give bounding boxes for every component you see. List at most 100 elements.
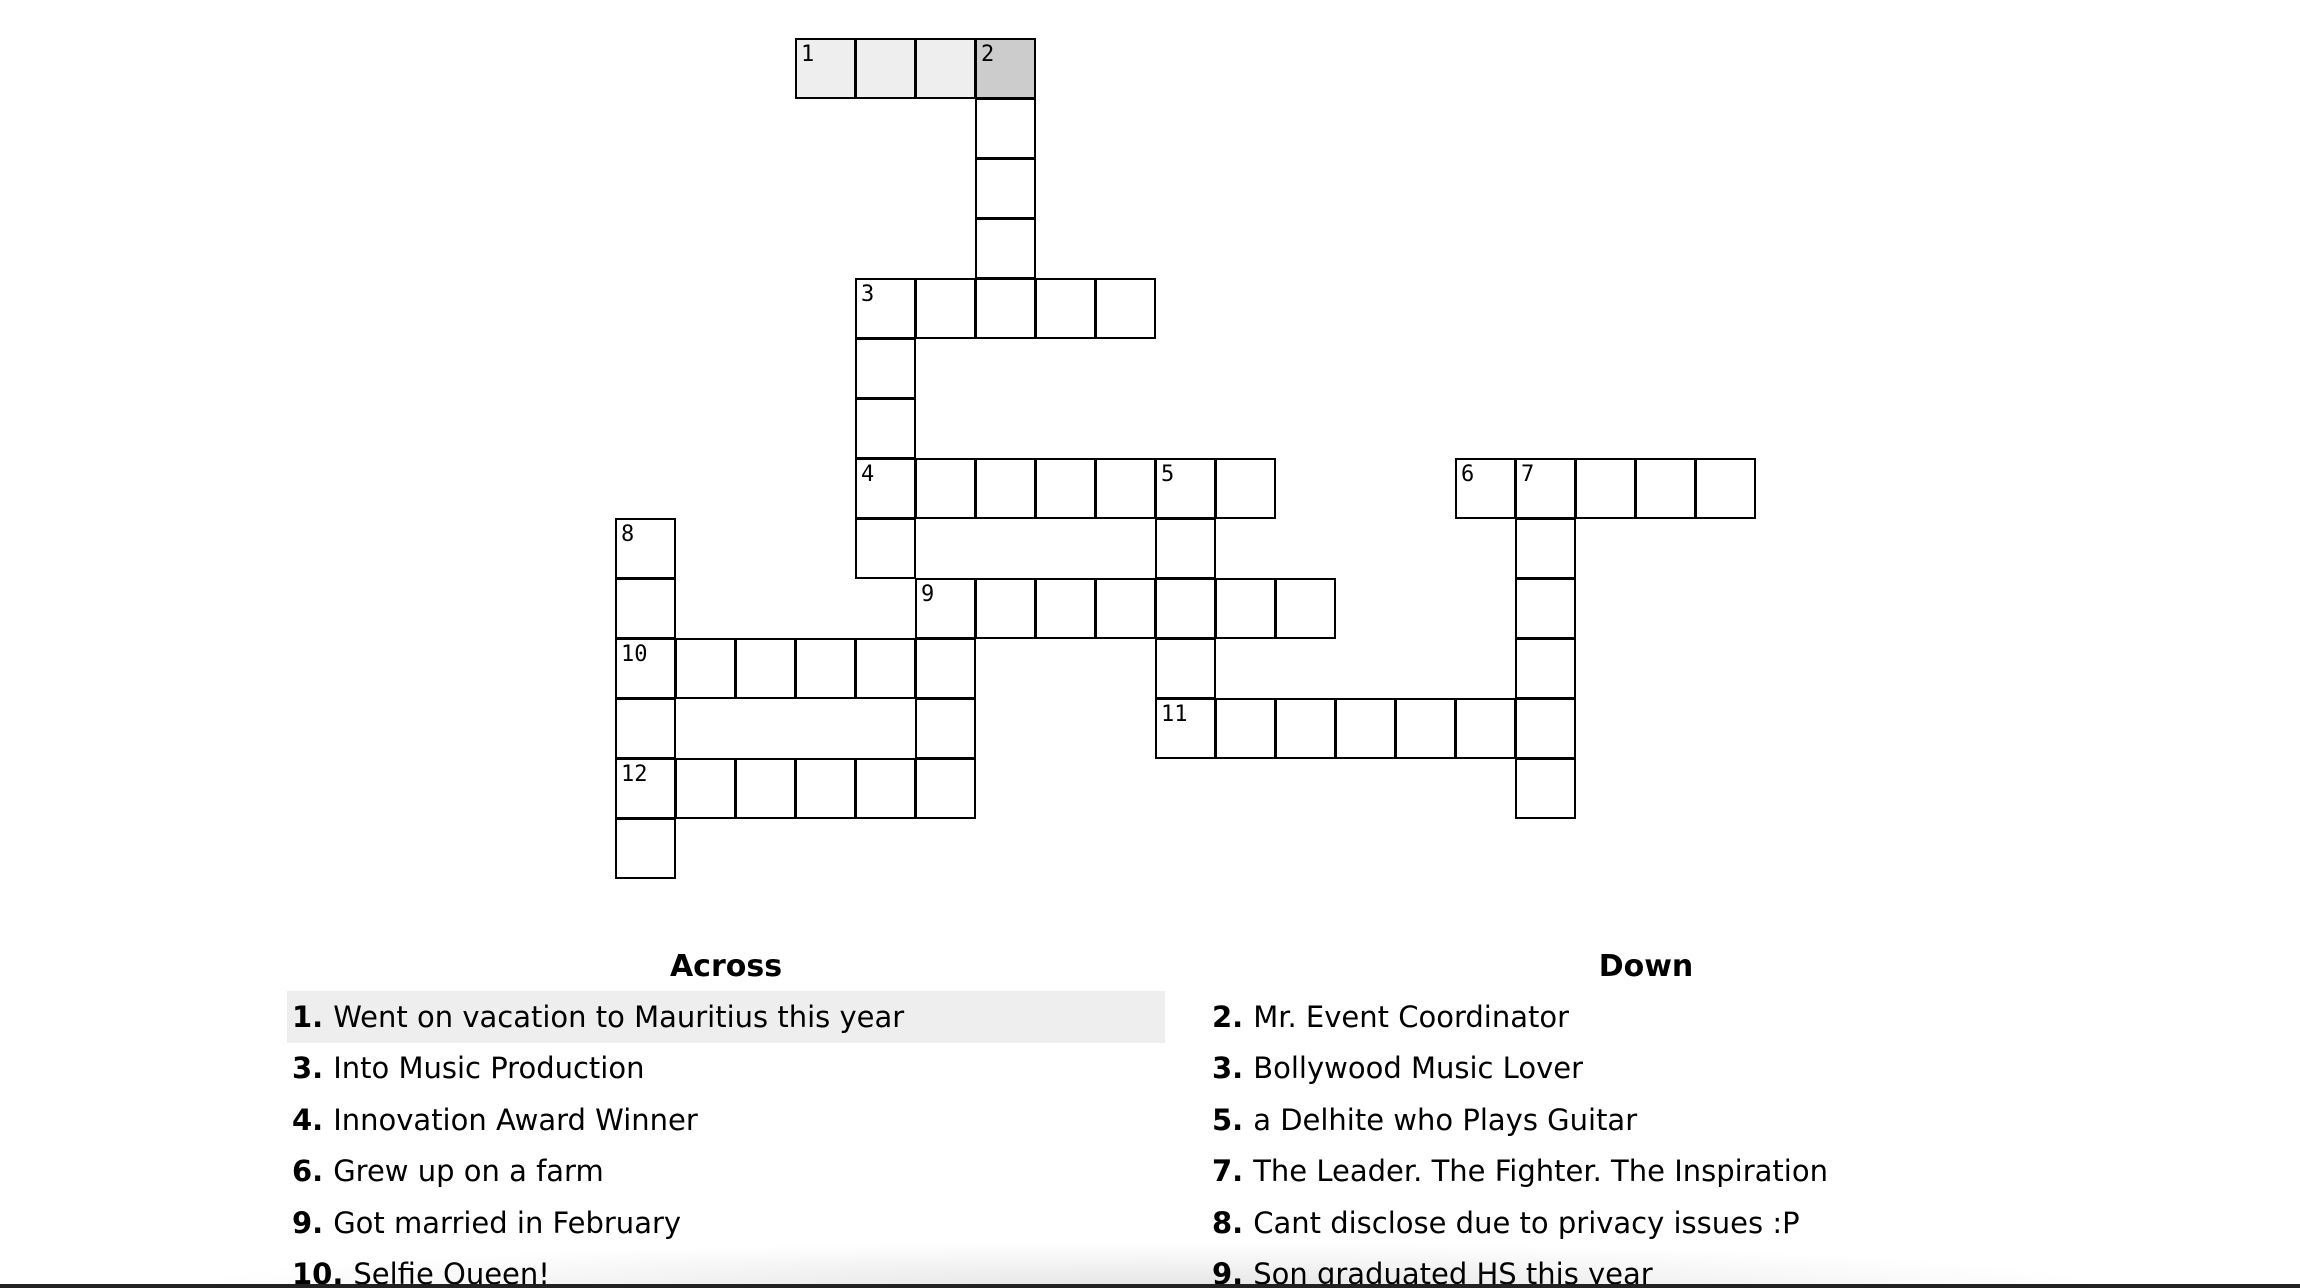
down-clue[interactable]: 3. Bollywood Music Lover (1207, 1043, 2107, 1095)
grid-cell[interactable]: 6 (1455, 458, 1516, 519)
grid-cell[interactable] (1155, 638, 1216, 699)
grid-cell[interactable] (615, 698, 676, 759)
down-clue[interactable]: 8. Cant disclose due to privacy issues :P (1207, 1197, 2107, 1249)
clue-text: Mr. Event Coordinator (1253, 999, 1570, 1034)
grid-cell[interactable]: 3 (855, 278, 916, 339)
down-clue[interactable]: 9. Son graduated HS this year (1207, 1249, 2107, 1288)
cell-number: 1 (801, 42, 815, 67)
grid-cell[interactable] (675, 758, 736, 819)
grid-cell[interactable] (1095, 578, 1156, 639)
grid-cell[interactable] (1455, 698, 1516, 759)
grid-cell[interactable] (1515, 578, 1576, 639)
grid-cell[interactable]: 7 (1515, 458, 1576, 519)
grid-cell[interactable] (915, 758, 976, 819)
across-clue[interactable]: 4. Innovation Award Winner (287, 1094, 1165, 1146)
grid-cell[interactable] (855, 398, 916, 459)
grid-cell[interactable] (735, 638, 796, 699)
across-clue[interactable]: 3. Into Music Production (287, 1043, 1165, 1095)
grid-cell[interactable] (615, 578, 676, 639)
cell-number: 12 (621, 762, 648, 787)
grid-cell[interactable] (915, 38, 976, 99)
grid-cell[interactable] (975, 218, 1036, 279)
grid-cell[interactable] (1635, 458, 1696, 519)
grid-cell[interactable] (1275, 698, 1336, 759)
grid-cell[interactable] (1395, 698, 1456, 759)
grid-cell[interactable] (1335, 698, 1396, 759)
grid-cell[interactable] (1155, 518, 1216, 579)
grid-cell[interactable] (795, 758, 856, 819)
cell-number: 2 (981, 42, 995, 67)
clue-number: 2. (1212, 999, 1244, 1034)
grid-cell[interactable] (1095, 278, 1156, 339)
grid-cell[interactable] (1215, 578, 1276, 639)
grid-cell[interactable] (915, 278, 976, 339)
grid-cell[interactable] (915, 458, 976, 519)
grid-cell[interactable]: 10 (615, 638, 676, 699)
clue-number: 5. (1212, 1102, 1244, 1137)
grid-cell[interactable] (1095, 458, 1156, 519)
cell-number: 9 (921, 582, 935, 607)
clue-text: The Leader. The Fighter. The Inspiration (1253, 1154, 1828, 1189)
down-clue-list: 2. Mr. Event Coordinator 3. Bollywood Music… (1207, 991, 2107, 1288)
across-clue-list: 1. Went on vacation to Mauritius this yea… (287, 991, 1165, 1288)
grid-cell[interactable] (975, 458, 1036, 519)
grid-cell[interactable] (975, 98, 1036, 159)
across-clue[interactable]: 1. Went on vacation to Mauritius this yea… (287, 991, 1165, 1043)
clue-text: Grew up on a farm (333, 1154, 604, 1189)
grid-cell[interactable] (615, 818, 676, 879)
grid-cell[interactable] (1035, 578, 1096, 639)
grid-cell[interactable] (675, 638, 736, 699)
grid-cell[interactable] (855, 638, 916, 699)
crossword-grid: 1 2 3 4 5 6 7 8 9 10 11 12 (0, 0, 2300, 900)
grid-cell[interactable] (855, 758, 916, 819)
grid-cell[interactable]: 12 (615, 758, 676, 819)
grid-cell[interactable] (855, 38, 916, 99)
grid-cell[interactable]: 1 (795, 38, 856, 99)
grid-cell[interactable] (735, 758, 796, 819)
grid-cell[interactable] (855, 518, 916, 579)
grid-cell[interactable]: 4 (855, 458, 916, 519)
clue-number: 3. (292, 1051, 324, 1086)
clue-text: Got married in February (333, 1205, 682, 1240)
bottom-divider (0, 1284, 2300, 1288)
cell-number: 5 (1161, 462, 1175, 487)
clue-text: Into Music Production (333, 1051, 645, 1086)
grid-cell[interactable] (1035, 458, 1096, 519)
grid-cell[interactable]: 9 (915, 578, 976, 639)
grid-cell[interactable] (975, 158, 1036, 219)
across-clue[interactable]: 9. Got married in February (287, 1197, 1165, 1249)
across-clue[interactable]: 10. Selfie Queen! (287, 1249, 1165, 1288)
clue-text: Bollywood Music Lover (1253, 1051, 1583, 1086)
cell-number: 3 (861, 282, 875, 307)
grid-cell[interactable] (1035, 278, 1096, 339)
grid-cell[interactable] (855, 338, 916, 399)
grid-cell[interactable] (1515, 698, 1576, 759)
grid-cell[interactable] (1275, 578, 1336, 639)
cell-number: 6 (1461, 462, 1475, 487)
grid-cell[interactable] (1515, 638, 1576, 699)
across-clue[interactable]: 6. Grew up on a farm (287, 1146, 1165, 1198)
clue-text: a Delhite who Plays Guitar (1253, 1102, 1638, 1137)
grid-cell[interactable] (1215, 458, 1276, 519)
grid-cell[interactable] (795, 638, 856, 699)
grid-cell[interactable] (915, 698, 976, 759)
grid-cell[interactable]: 2 (975, 38, 1036, 99)
grid-cell[interactable] (1215, 698, 1276, 759)
down-clue[interactable]: 5. a Delhite who Plays Guitar (1207, 1094, 2107, 1146)
grid-cell[interactable]: 5 (1155, 458, 1216, 519)
cell-number: 10 (621, 642, 648, 667)
down-clue[interactable]: 2. Mr. Event Coordinator (1207, 991, 2107, 1043)
grid-cell[interactable]: 8 (615, 518, 676, 579)
down-clue[interactable]: 7. The Leader. The Fighter. The Inspirati… (1207, 1146, 2107, 1198)
across-heading: Across (669, 949, 783, 984)
grid-cell[interactable] (1575, 458, 1636, 519)
grid-cell[interactable] (915, 638, 976, 699)
grid-cell[interactable] (1515, 758, 1576, 819)
grid-cell[interactable] (975, 578, 1036, 639)
grid-cell[interactable] (975, 278, 1036, 339)
grid-cell[interactable] (1695, 458, 1756, 519)
grid-cell[interactable] (1515, 518, 1576, 579)
grid-cell[interactable]: 11 (1155, 698, 1216, 759)
grid-cell[interactable] (1155, 578, 1216, 639)
clue-number: 6. (292, 1154, 324, 1189)
